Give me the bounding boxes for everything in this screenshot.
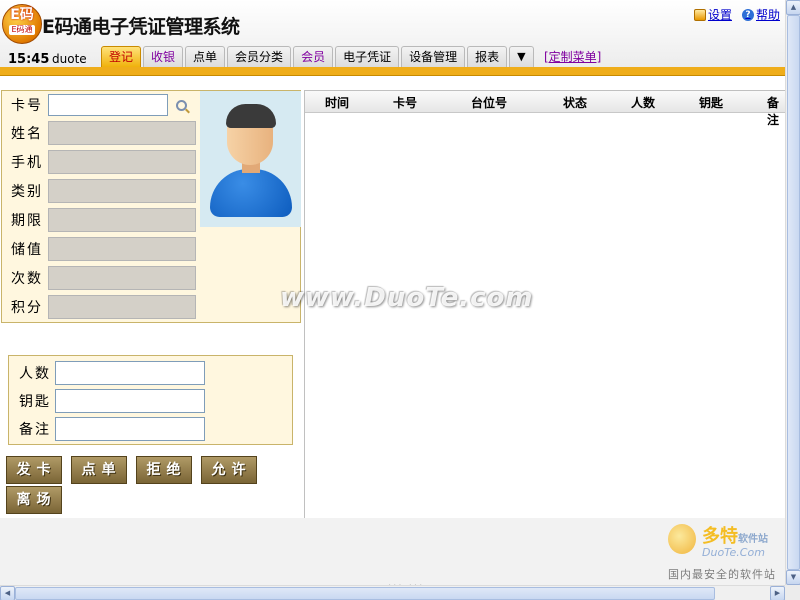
avatar-hair (226, 104, 276, 128)
checkin-extra-panel: 人数 钥匙 备注 (8, 355, 293, 445)
col-people: 人数 (631, 96, 656, 110)
logo-subtext: E码通 (9, 25, 35, 35)
settings-link-label: 设置 (707, 8, 732, 22)
watermark-url: DuoTe.Com (702, 546, 765, 559)
tab-more-dropdown[interactable]: ▼ (509, 46, 534, 67)
col-time: 时间 (325, 96, 350, 110)
issue-card-button[interactable]: 发卡 (6, 456, 62, 484)
scroll-down-button[interactable]: ▼ (786, 570, 800, 585)
name-row: 姓名 (2, 121, 196, 145)
tab-e-voucher[interactable]: 电子凭证 (335, 46, 400, 67)
logo-text: E码 (10, 7, 34, 23)
count-row: 次数 (2, 266, 196, 290)
term-field (48, 208, 196, 232)
watermark-center: www.DuoTe.com (280, 283, 534, 313)
horizontal-scrollbar[interactable]: ◀ ▶ (0, 585, 785, 600)
category-label: 类别 (11, 184, 43, 200)
category-field (48, 179, 196, 203)
tab-reports[interactable]: 报表 (467, 46, 508, 67)
tab-member-category[interactable]: 会员分类 (227, 46, 292, 67)
avatar-body (210, 169, 292, 217)
scroll-left-button[interactable]: ◀ (0, 586, 15, 600)
scroll-up-button[interactable]: ▲ (786, 0, 800, 15)
top-links: 设置 ? 帮助 (693, 6, 780, 23)
member-photo (200, 91, 301, 227)
leave-button[interactable]: 离场 (6, 486, 62, 514)
key-label: 钥匙 (19, 394, 51, 410)
vertical-scrollbar[interactable]: ▲ ▼ (785, 0, 800, 585)
reject-button[interactable]: 拒绝 (136, 456, 192, 484)
app-logo: E码 E码通 (2, 4, 42, 44)
help-link[interactable]: ? 帮助 (741, 6, 780, 23)
member-info-panel: 卡号 姓名 手机 类别 期限 储值 次数 积分 (1, 90, 301, 323)
col-key: 钥匙 (699, 96, 724, 110)
card-no-row: 卡号 (2, 93, 187, 117)
points-row: 积分 (2, 295, 196, 319)
name-label: 姓名 (11, 126, 43, 142)
col-card-no: 卡号 (393, 96, 418, 110)
scroll-right-button[interactable]: ▶ (770, 586, 785, 600)
people-input[interactable] (55, 361, 205, 385)
scrollbar-corner (785, 585, 800, 600)
tab-device-management[interactable]: 设备管理 (401, 46, 466, 67)
phone-field (48, 150, 196, 174)
col-status: 状态 (563, 96, 588, 110)
term-row: 期限 (2, 208, 196, 232)
col-remark: 备注 (767, 96, 780, 127)
count-label: 次数 (11, 271, 43, 287)
key-row: 钥匙 (9, 388, 205, 414)
help-icon: ? (741, 8, 754, 21)
remark-input[interactable] (55, 417, 205, 441)
settings-icon (693, 8, 706, 21)
app-header: E码 E码通 E码通电子凭证管理系统 设置 ? 帮助 15:45 duote 登… (0, 0, 800, 68)
main-tabs: 登记 收银 点单 会员分类 会员 电子凭证 设备管理 报表 ▼ (101, 45, 534, 67)
vertical-scroll-thumb[interactable] (787, 15, 800, 570)
watermark-name: 多特软件站 (702, 526, 768, 547)
current-user: duote (52, 52, 87, 66)
order-button[interactable]: 点单 (71, 456, 127, 484)
help-link-label: 帮助 (755, 8, 780, 22)
tab-member[interactable]: 会员 (293, 46, 334, 67)
settings-link[interactable]: 设置 (693, 6, 732, 23)
term-label: 期限 (11, 213, 43, 229)
horizontal-scroll-thumb[interactable] (15, 587, 715, 600)
people-row: 人数 (9, 360, 205, 386)
watermark-slogan: 国内最安全的软件站 (668, 568, 776, 581)
clock: 15:45 (8, 52, 50, 67)
table-header: 时间 卡号 台位号 状态 人数 钥匙 备注 (305, 91, 786, 127)
points-label: 积分 (11, 300, 43, 316)
app-title: E码通电子凭证管理系统 (42, 16, 240, 38)
card-no-input[interactable] (48, 94, 168, 116)
stored-value-label: 储值 (11, 242, 43, 258)
category-row: 类别 (2, 179, 196, 203)
col-table-no: 台位号 (471, 96, 508, 110)
stored-value-row: 储值 (2, 237, 196, 261)
name-field (48, 121, 196, 145)
points-field (48, 295, 196, 319)
remark-row: 备注 (9, 416, 205, 442)
count-field (48, 266, 196, 290)
watermark-corner: 多特软件站 DuoTe.Com 国内最安全的软件站 (668, 522, 798, 584)
card-no-label: 卡号 (11, 98, 43, 114)
phone-label: 手机 (11, 155, 43, 171)
custom-menu-link[interactable]: [定制菜单] (544, 48, 601, 65)
stored-value-field (48, 237, 196, 261)
watermark-mascot-icon (668, 524, 696, 554)
header-divider-bar (0, 67, 785, 76)
tab-cashier[interactable]: 收银 (143, 46, 184, 67)
allow-button[interactable]: 允许 (201, 456, 257, 484)
tab-register[interactable]: 登记 (101, 46, 142, 67)
key-input[interactable] (55, 389, 205, 413)
search-icon[interactable] (176, 99, 187, 111)
remark-label: 备注 (19, 422, 51, 438)
phone-row: 手机 (2, 150, 196, 174)
tab-order[interactable]: 点单 (185, 46, 226, 67)
people-label: 人数 (19, 366, 51, 382)
